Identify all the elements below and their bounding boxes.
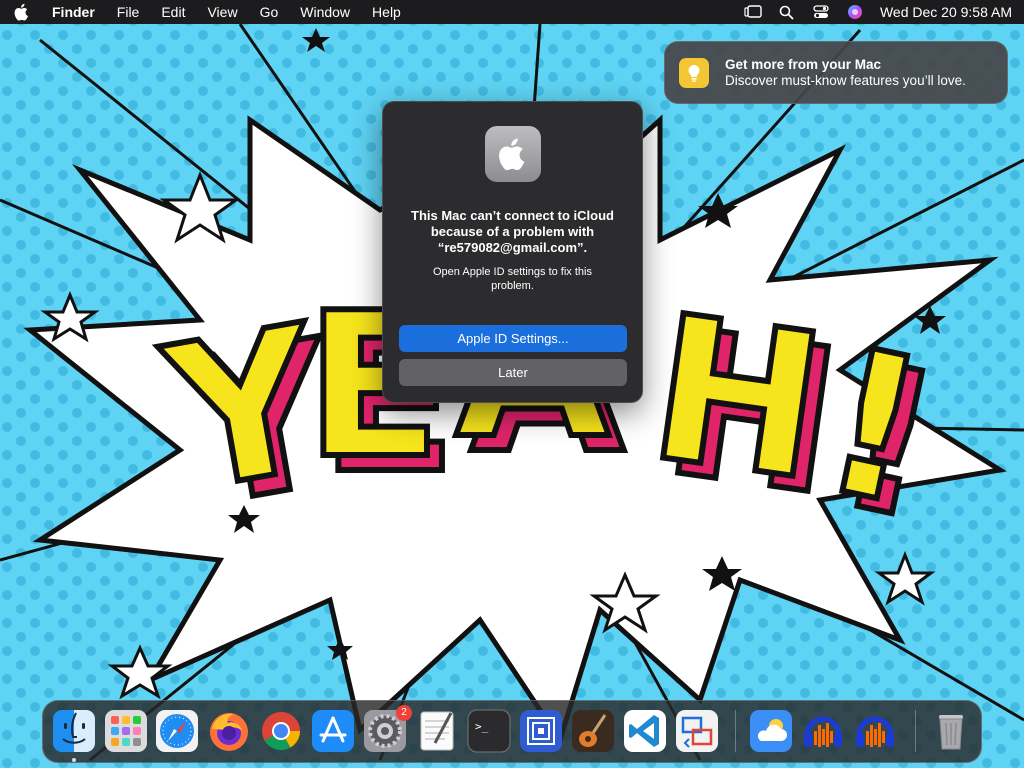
firefox-icon[interactable] <box>207 709 251 753</box>
vscode-icon[interactable] <box>623 709 667 753</box>
app-store-icon[interactable] <box>311 709 355 753</box>
weather-icon[interactable] <box>749 709 793 753</box>
edit-menu[interactable]: Edit <box>161 4 185 20</box>
apple-id-settings-button[interactable]: Apple ID Settings... <box>399 325 627 352</box>
apple-menu-icon[interactable] <box>14 3 32 21</box>
notification-badge: 2 <box>396 705 412 721</box>
stage-manager-icon[interactable] <box>744 3 762 21</box>
safari-icon[interactable] <box>155 709 199 753</box>
icloud-alert-dialog: This Mac can’t connect to iCloud because… <box>382 101 643 403</box>
remote-desktop-icon[interactable] <box>519 709 563 753</box>
dock-separator <box>915 710 916 752</box>
terminal-icon[interactable]: >_ <box>467 709 511 753</box>
tips-icon <box>679 57 709 88</box>
guitar-icon[interactable] <box>571 709 615 753</box>
notification-title: Get more from your Mac <box>725 56 882 72</box>
gear-icon[interactable]: 2 <box>363 705 412 753</box>
textedit-icon[interactable] <box>415 709 459 753</box>
notification-body: Discover must-know features you’ll love. <box>725 72 966 88</box>
svg-text:>_: >_ <box>475 720 489 733</box>
finder-icon[interactable] <box>52 709 96 753</box>
menubar-clock[interactable]: Wed Dec 20 9:58 AM <box>880 4 1012 20</box>
go-menu[interactable]: Go <box>260 4 279 20</box>
file-menu[interactable]: File <box>117 4 140 20</box>
tips-notification[interactable]: Get more from your Mac Discover must-kno… <box>664 41 1008 104</box>
view-menu[interactable]: View <box>207 4 237 20</box>
dock-separator <box>735 710 736 752</box>
trash-icon[interactable] <box>929 709 973 753</box>
chrome-icon[interactable] <box>259 709 303 753</box>
dialog-message: Open Apple ID settings to fix this probl… <box>433 266 592 292</box>
finder-running-indicator <box>72 758 76 762</box>
window-menu[interactable]: Window <box>300 4 350 20</box>
audacity-icon[interactable] <box>801 709 845 753</box>
help-menu[interactable]: Help <box>372 4 401 20</box>
apple-logo-icon <box>485 126 541 182</box>
dock: 2 >_ <box>42 700 982 763</box>
menu-bar: Finder File Edit View Go Window Help Wed… <box>0 0 1024 24</box>
siri-icon[interactable] <box>846 3 864 21</box>
audacity-icon[interactable] <box>853 709 897 753</box>
later-button[interactable]: Later <box>399 359 627 386</box>
notification-text: Get more from your Mac Discover must-kno… <box>725 57 966 89</box>
migration-icon[interactable] <box>675 709 719 753</box>
app-name-menu[interactable]: Finder <box>52 4 95 20</box>
spotlight-icon[interactable] <box>778 3 796 21</box>
svg-text:H: H <box>638 272 836 526</box>
launchpad-icon[interactable] <box>104 709 148 753</box>
dialog-title: This Mac can’t connect to iCloud because… <box>411 208 614 255</box>
control-center-icon[interactable] <box>812 3 830 21</box>
